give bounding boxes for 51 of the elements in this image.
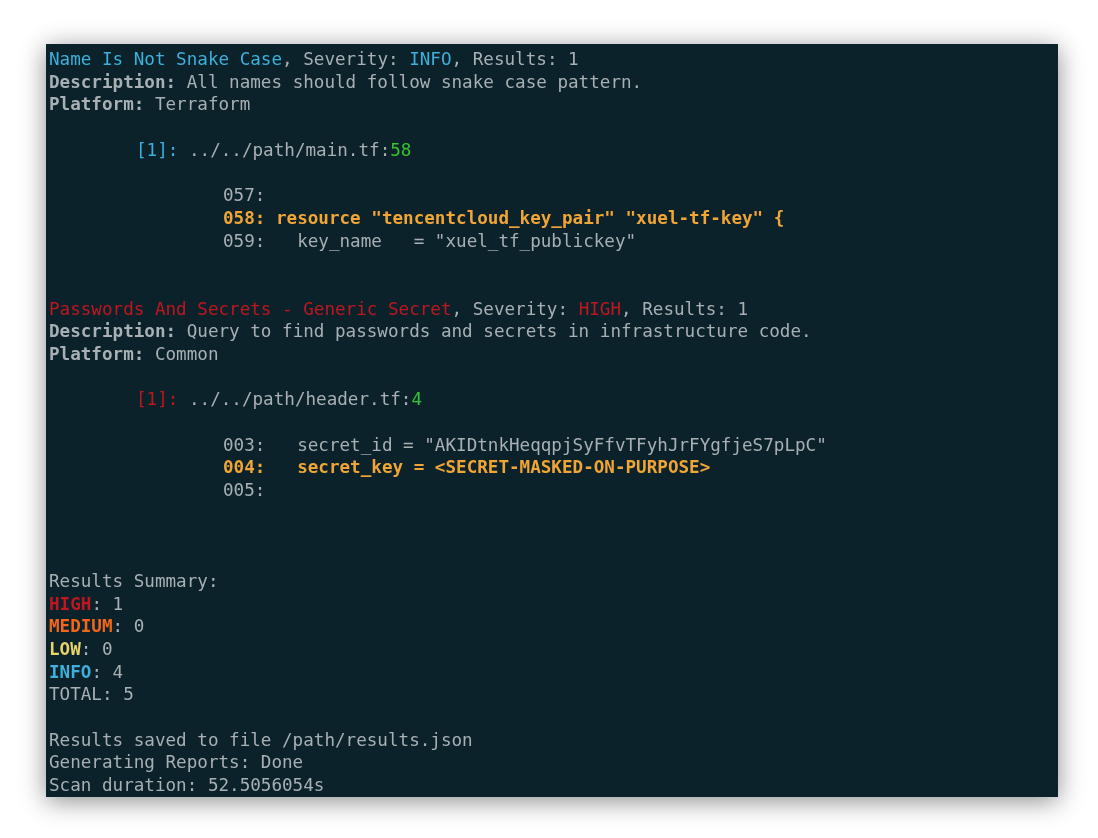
code-line-number: 058: [223,207,266,228]
severity-label: MEDIUM [49,616,113,637]
description-text: Query to find passwords and secrets in infrastructure code. [186,321,812,342]
description-label: Description: [49,321,177,342]
severity-count: 1 [112,593,124,614]
results-label: , Results: [451,49,558,69]
platform-label: Platform: [49,94,145,115]
code-line-number: 059: [223,230,266,251]
code-text: secret_id = "AKIDtnkHeqqpjSyFfvTFyhJrFYgfjeS7pLpC" [296,434,827,455]
finding-title: Name Is Not Snake Case [49,49,283,69]
code-line-number: 003: [223,434,266,455]
severity-value: HIGH [578,298,621,319]
code-text: key_name = "xuel_tf_publickey" [296,230,637,251]
severity-label: INFO [49,661,92,682]
line-number: 58 [390,139,412,160]
severity-separator: : [91,661,102,682]
severity-separator: : [112,616,124,637]
file-path: ../../path/main.tf: [188,139,391,160]
platform-label: Platform: [49,343,145,364]
code-text: resource "tencentcloud_key_pair" "xuel-tf-key" { [275,207,785,228]
finding-title: Passwords And Secrets - Generic Secret [49,298,452,319]
code-line-number: 005: [223,480,266,501]
severity-label: LOW [49,638,81,659]
code-line-number: 057: [223,185,266,206]
severity-label: , Severity: [451,298,569,319]
summary-title: Results Summary: [49,570,219,591]
status-line: Scan duration: 52.5056054s [49,775,325,795]
platform-text: Common [154,343,219,364]
severity-count: 4 [112,661,124,682]
result-index: [1]: [136,389,179,410]
status-line: Results saved to file /path/results.json [49,729,473,750]
severity-label: , Severity: [282,49,399,69]
severity-separator: : [80,638,92,659]
severity-separator: : [91,593,102,614]
severity-label: HIGH [49,593,92,614]
description-label: Description: [49,71,177,92]
file-path: ../../path/header.tf: [188,389,412,410]
line-number: 4 [411,389,422,410]
severity-count: 0 [133,616,145,637]
results-count: 1 [737,298,749,319]
description-text: All names should follow snake case pattern. [186,71,643,92]
summary-total: TOTAL: 5 [49,684,134,705]
results-label: , Results: [621,298,727,319]
platform-text: Terraform [154,94,251,115]
result-index: [1]: [136,139,179,160]
results-count: 1 [568,49,579,69]
severity-count: 0 [101,638,113,659]
status-line: Generating Reports: Done [49,752,304,773]
severity-value: INFO [409,49,452,69]
code-text: secret_key = <SECRET-MASKED-ON-PURPOSE> [296,457,711,478]
code-line-number: 004: [223,457,266,478]
